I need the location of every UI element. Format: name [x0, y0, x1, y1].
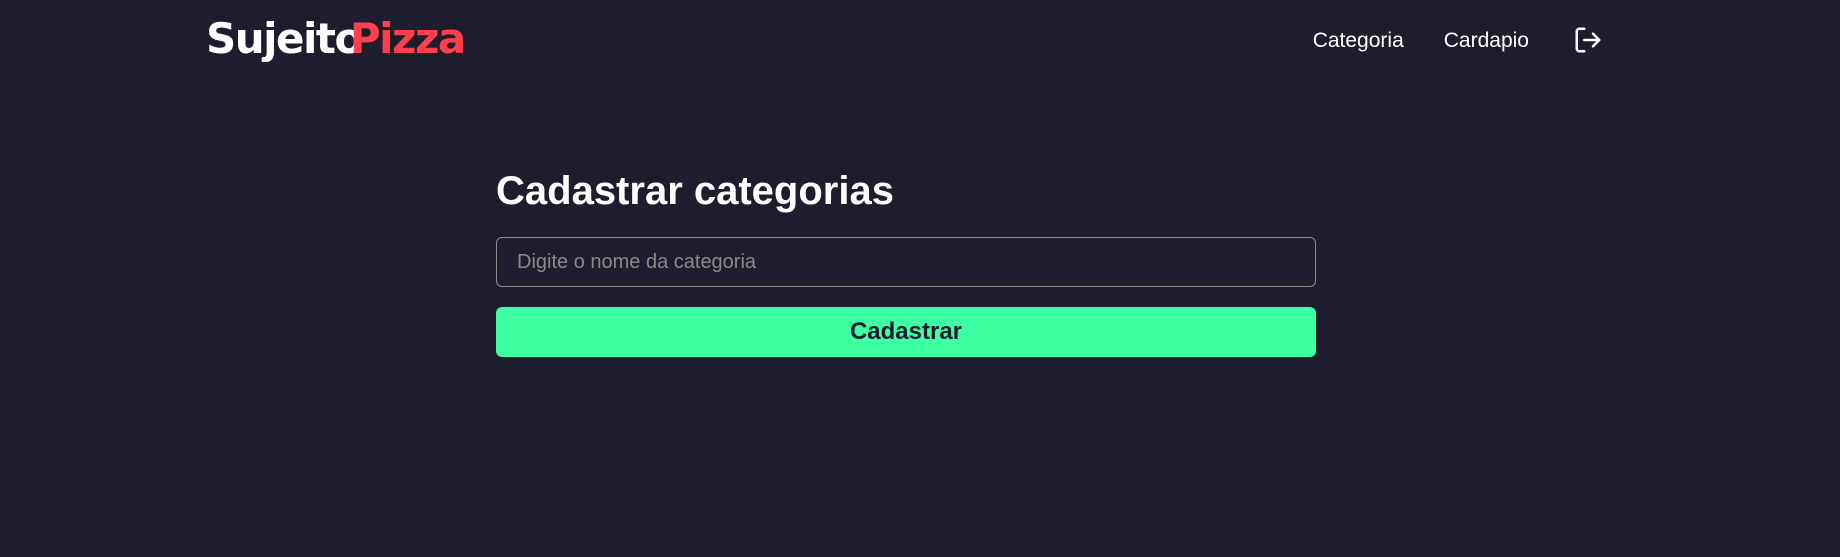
logout-icon: [1573, 25, 1603, 58]
logo-text-sujeito: Sujeito: [206, 14, 363, 63]
nav-link-cardapio[interactable]: Cardapio: [1444, 29, 1529, 53]
logout-button[interactable]: [1571, 24, 1605, 58]
logo-text-pizza: Pizza: [349, 14, 466, 63]
logo[interactable]: SujeitoPizza: [206, 14, 466, 64]
main-content: Cadastrar categorias Cadastrar: [496, 165, 1316, 357]
cadastrar-button[interactable]: Cadastrar: [496, 307, 1316, 357]
category-name-input[interactable]: [496, 237, 1316, 287]
category-form: Cadastrar: [496, 237, 1316, 357]
page-title: Cadastrar categorias: [496, 169, 894, 213]
top-nav: Categoria Cardapio: [1313, 20, 1605, 62]
nav-link-categoria[interactable]: Categoria: [1313, 29, 1404, 53]
header: SujeitoPizza Categoria Cardapio: [0, 0, 1840, 80]
